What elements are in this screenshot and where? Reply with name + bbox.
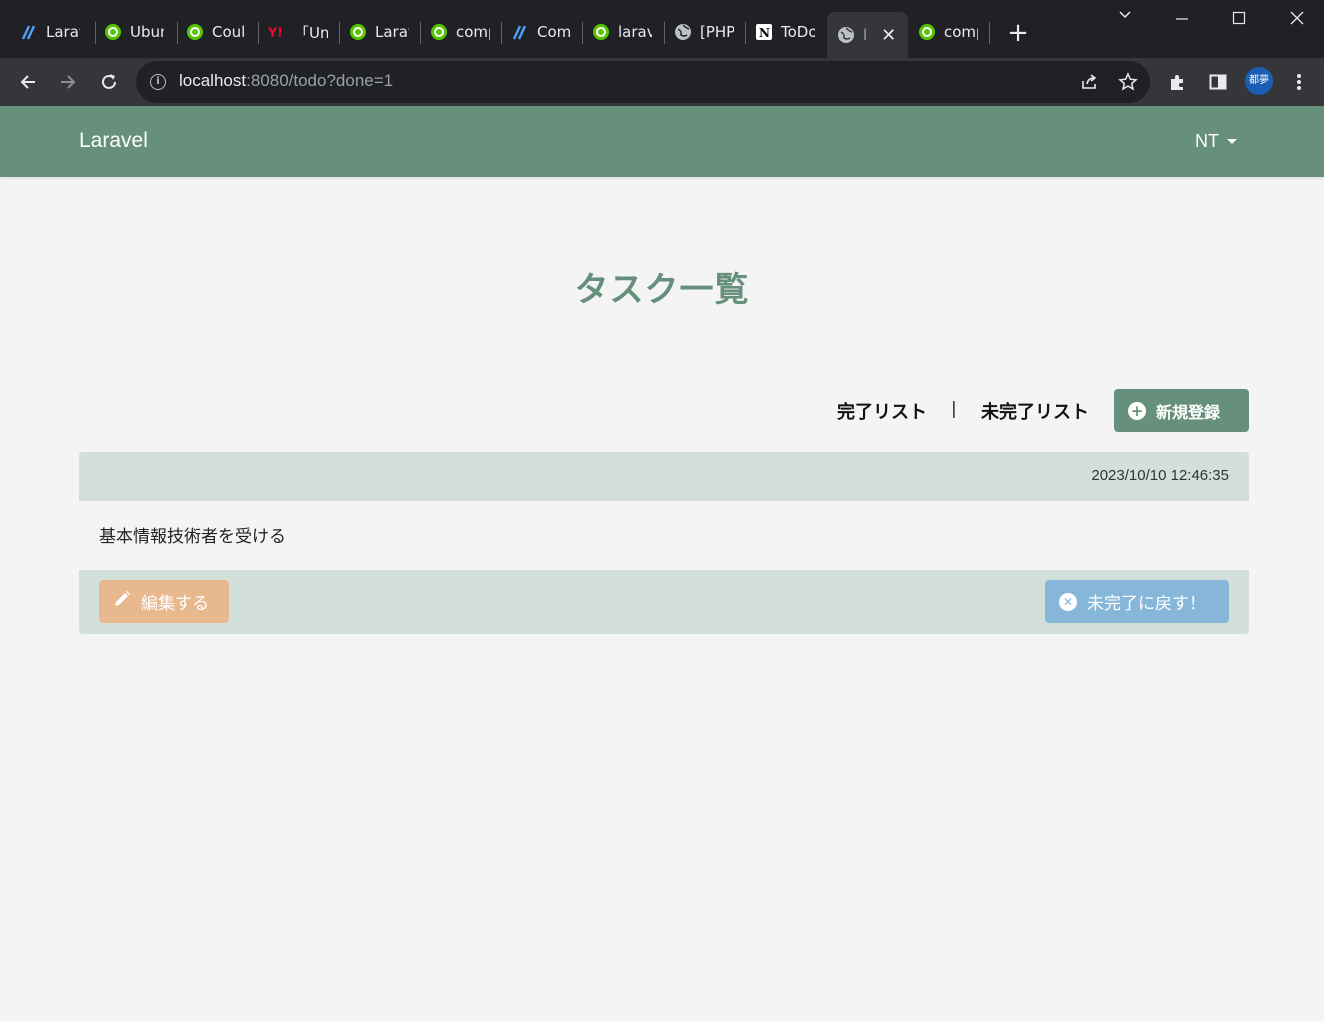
qiita-icon xyxy=(430,23,448,41)
globe-icon xyxy=(837,26,855,44)
task-card-footer: 編集する ✕ 未完了に戻す！ xyxy=(79,570,1249,634)
tab-search-chevron-icon[interactable] xyxy=(1105,6,1145,30)
qiita-icon xyxy=(104,23,122,41)
task-card-body: 基本情報技術者を受ける xyxy=(79,501,1249,570)
notion-icon: N xyxy=(755,23,773,41)
profile-avatar[interactable]: 都夢 xyxy=(1245,67,1273,95)
tab-label: Coul xyxy=(212,23,246,41)
yahoo-icon: Y! xyxy=(268,23,286,41)
browser-tab[interactable]: Larav xyxy=(0,12,96,52)
browser-tab[interactable]: Y! 「Una xyxy=(260,12,342,52)
url-text[interactable]: localhost:8080/todo?done=1 xyxy=(179,71,393,91)
tab-divider xyxy=(420,22,421,44)
tab-label: comp xyxy=(944,23,978,41)
share-icon[interactable] xyxy=(1078,71,1100,93)
side-panel-icon[interactable] xyxy=(1207,71,1229,93)
tab-divider xyxy=(258,22,259,44)
browser-tab-active[interactable]: l ✕ xyxy=(827,12,908,58)
mark-undone-button[interactable]: ✕ 未完了に戻す！ xyxy=(1045,580,1229,623)
minimize-icon[interactable] xyxy=(1162,10,1202,34)
tab-divider xyxy=(745,22,746,44)
tab-divider xyxy=(501,22,502,44)
browser-tab-strip: Larav Ubun Coul Y! 「Una Larav comp Com l… xyxy=(0,0,1324,58)
new-tab-plus-icon[interactable]: + xyxy=(1004,20,1032,48)
user-name: NT xyxy=(1195,131,1219,151)
link-separator: | xyxy=(951,399,957,419)
edit-task-button[interactable]: 編集する xyxy=(99,580,229,623)
tab-label: Com xyxy=(537,23,571,41)
site-info-icon[interactable]: i xyxy=(150,74,166,90)
tab-label: [PHP xyxy=(700,23,734,41)
user-dropdown[interactable]: NT xyxy=(1195,131,1237,152)
maximize-icon[interactable] xyxy=(1219,10,1259,34)
svg-text:N: N xyxy=(759,26,770,40)
task-timestamp: 2023/10/10 12:46:35 xyxy=(1091,467,1229,484)
reload-icon[interactable] xyxy=(95,68,123,96)
tab-label: Larav xyxy=(375,23,409,41)
tab-label: l xyxy=(863,26,868,44)
address-bar[interactable]: i localhost:8080/todo?done=1 xyxy=(136,61,1150,103)
new-task-button[interactable]: + 新規登録 xyxy=(1114,389,1249,432)
extensions-puzzle-icon[interactable] xyxy=(1167,71,1189,93)
tab-label: comp xyxy=(456,23,490,41)
browser-tab[interactable]: Larav xyxy=(341,12,423,52)
laravel-icon xyxy=(20,23,38,41)
tab-divider xyxy=(339,22,340,44)
mark-undone-label: 未完了に戻す！ xyxy=(1087,594,1206,614)
brand-link[interactable]: Laravel xyxy=(79,129,148,153)
task-card-header: 2023/10/10 12:46:35 xyxy=(79,452,1249,501)
tab-label: 「Una xyxy=(294,23,328,42)
qiita-icon xyxy=(186,23,204,41)
task-text: 基本情報技術者を受ける xyxy=(99,527,286,547)
tab-label: Larav xyxy=(46,23,80,41)
more-vertical-icon[interactable] xyxy=(1288,71,1310,93)
browser-tab[interactable]: larav xyxy=(584,12,666,52)
browser-tab[interactable]: Coul xyxy=(178,12,260,52)
tab-label: Ubun xyxy=(130,23,164,41)
plus-circle-icon: + xyxy=(1128,401,1146,420)
done-list-link[interactable]: 完了リスト xyxy=(837,398,927,424)
forward-arrow-icon[interactable] xyxy=(54,68,82,96)
tab-divider xyxy=(664,22,665,44)
browser-tab[interactable]: [PHP xyxy=(666,12,748,52)
qiita-icon xyxy=(592,23,610,41)
browser-tab[interactable]: N ToDo xyxy=(747,12,827,52)
tab-divider xyxy=(989,22,990,44)
page-title: タスク一覧 xyxy=(574,270,750,310)
svg-text:Y!: Y! xyxy=(268,25,283,40)
new-task-label: 新規登録 xyxy=(1156,402,1221,422)
qiita-icon xyxy=(349,23,367,41)
browser-tab[interactable]: comp xyxy=(908,12,990,52)
back-arrow-icon[interactable] xyxy=(14,68,42,96)
close-window-icon[interactable] xyxy=(1277,10,1317,34)
laravel-icon xyxy=(511,23,529,41)
x-circle-icon: ✕ xyxy=(1059,592,1077,611)
caret-down-icon xyxy=(1227,139,1237,144)
globe-icon xyxy=(674,23,692,41)
pencil-icon xyxy=(113,590,131,613)
browser-tab[interactable]: Ubun xyxy=(96,12,178,52)
close-tab-icon[interactable]: ✕ xyxy=(881,25,896,46)
browser-toolbar: i localhost:8080/todo?done=1 xyxy=(0,58,1324,106)
tab-label: ToDo xyxy=(781,23,815,41)
tab-divider xyxy=(582,22,583,44)
tab-label: larav xyxy=(618,23,652,41)
browser-tab[interactable]: comp xyxy=(422,12,504,52)
app-navbar: Laravel NT xyxy=(0,106,1324,177)
browser-tab[interactable]: Com xyxy=(503,12,585,52)
qiita-icon xyxy=(918,23,936,41)
undone-list-link[interactable]: 未完了リスト xyxy=(981,398,1089,424)
edit-task-label: 編集する xyxy=(141,594,209,614)
bookmark-star-icon[interactable] xyxy=(1117,71,1139,93)
task-card: 2023/10/10 12:46:35 基本情報技術者を受ける 編集する ✕ 未… xyxy=(79,452,1249,634)
